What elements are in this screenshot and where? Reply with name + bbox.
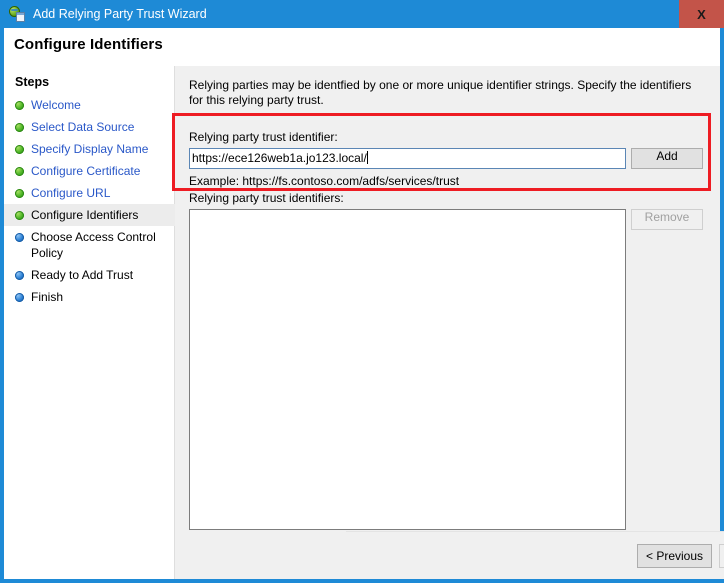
steps-sidebar: Steps Welcome Select Data Source Specify D… — [4, 66, 175, 579]
window-title: Add Relying Party Trust Wizard — [33, 7, 207, 21]
sidebar-item-select-data-source[interactable]: Select Data Source — [4, 116, 175, 138]
footer-button-group: < Previous Next > Cancel — [637, 544, 724, 568]
sidebar-item-label: Select Data Source — [31, 120, 135, 134]
sidebar-item-label: Configure URL — [31, 186, 111, 200]
sidebar-item-configure-certificate[interactable]: Configure Certificate — [4, 160, 175, 182]
sidebar-item-label: Specify Display Name — [31, 142, 149, 156]
identifier-input-value: https://ece126web1a.jo123.local/ — [192, 151, 367, 165]
sidebar-item-label: Choose Access Control Policy — [31, 230, 156, 260]
content-pane: Relying parties may be identfied by one … — [175, 66, 724, 579]
step-pending-icon — [15, 271, 24, 280]
step-pending-icon — [15, 293, 24, 302]
next-button[interactable]: Next > — [719, 544, 724, 568]
add-relying-party-trust-wizard-window: Add Relying Party Trust Wizard X Configu… — [0, 0, 724, 583]
step-complete-icon — [15, 211, 24, 220]
identifier-input-row: https://ece126web1a.jo123.local/ Add — [189, 148, 703, 169]
identifier-label: Relying party trust identifier: — [189, 130, 338, 144]
sidebar-item-configure-identifiers[interactable]: Configure Identifiers — [4, 204, 175, 226]
example-text: Example: https://fs.contoso.com/adfs/ser… — [189, 174, 460, 188]
step-complete-icon — [15, 123, 24, 132]
relying-party-trust-icon — [9, 6, 25, 22]
step-complete-icon — [15, 145, 24, 154]
sidebar-item-choose-access-control-policy[interactable]: Choose Access Control Policy — [4, 226, 175, 264]
previous-button[interactable]: < Previous — [637, 544, 712, 568]
sidebar-item-configure-url[interactable]: Configure URL — [4, 182, 175, 204]
step-complete-icon — [15, 101, 24, 110]
page-title: Configure Identifiers — [14, 36, 163, 53]
sidebar-item-label: Finish — [31, 290, 64, 304]
sidebar-item-finish[interactable]: Finish — [4, 286, 175, 308]
sidebar-item-ready-to-add-trust[interactable]: Ready to Add Trust — [4, 264, 175, 286]
add-button[interactable]: Add — [631, 148, 703, 169]
identifiers-list-group: Relying party trust identifiers: Remove — [189, 191, 703, 530]
identifiers-list-label: Relying party trust identifiers: — [189, 191, 344, 205]
step-complete-icon — [15, 189, 24, 198]
sidebar-item-label: Configure Identifiers — [31, 208, 139, 222]
sidebar-item-label: Configure Certificate — [31, 164, 141, 178]
text-caret — [366, 151, 368, 164]
wizard-body: Steps Welcome Select Data Source Specify D… — [4, 66, 724, 579]
sidebar-item-specify-display-name[interactable]: Specify Display Name — [4, 138, 175, 160]
sidebar-item-label: Welcome — [31, 98, 81, 112]
steps-heading: Steps — [15, 75, 50, 89]
page-header: Configure Identifiers — [4, 28, 720, 66]
step-complete-icon — [15, 167, 24, 176]
sidebar-item-label: Ready to Add Trust — [31, 268, 134, 282]
remove-button[interactable]: Remove — [631, 209, 703, 230]
close-icon[interactable]: X — [679, 0, 724, 28]
title-bar: Add Relying Party Trust Wizard X — [0, 0, 724, 28]
identifier-input[interactable]: https://ece126web1a.jo123.local/ — [189, 148, 626, 169]
identifiers-listbox[interactable] — [189, 209, 626, 530]
identifiers-list-row: Remove — [189, 209, 703, 530]
sidebar-item-welcome[interactable]: Welcome — [4, 94, 175, 116]
steps-list: Welcome Select Data Source Specify Display… — [4, 94, 175, 308]
identifier-input-group: Relying party trust identifier: https://… — [189, 130, 703, 188]
step-pending-icon — [15, 233, 24, 242]
footer-bar: < Previous Next > Cancel — [346, 531, 724, 579]
intro-text: Relying parties may be identfied by one … — [189, 78, 692, 107]
